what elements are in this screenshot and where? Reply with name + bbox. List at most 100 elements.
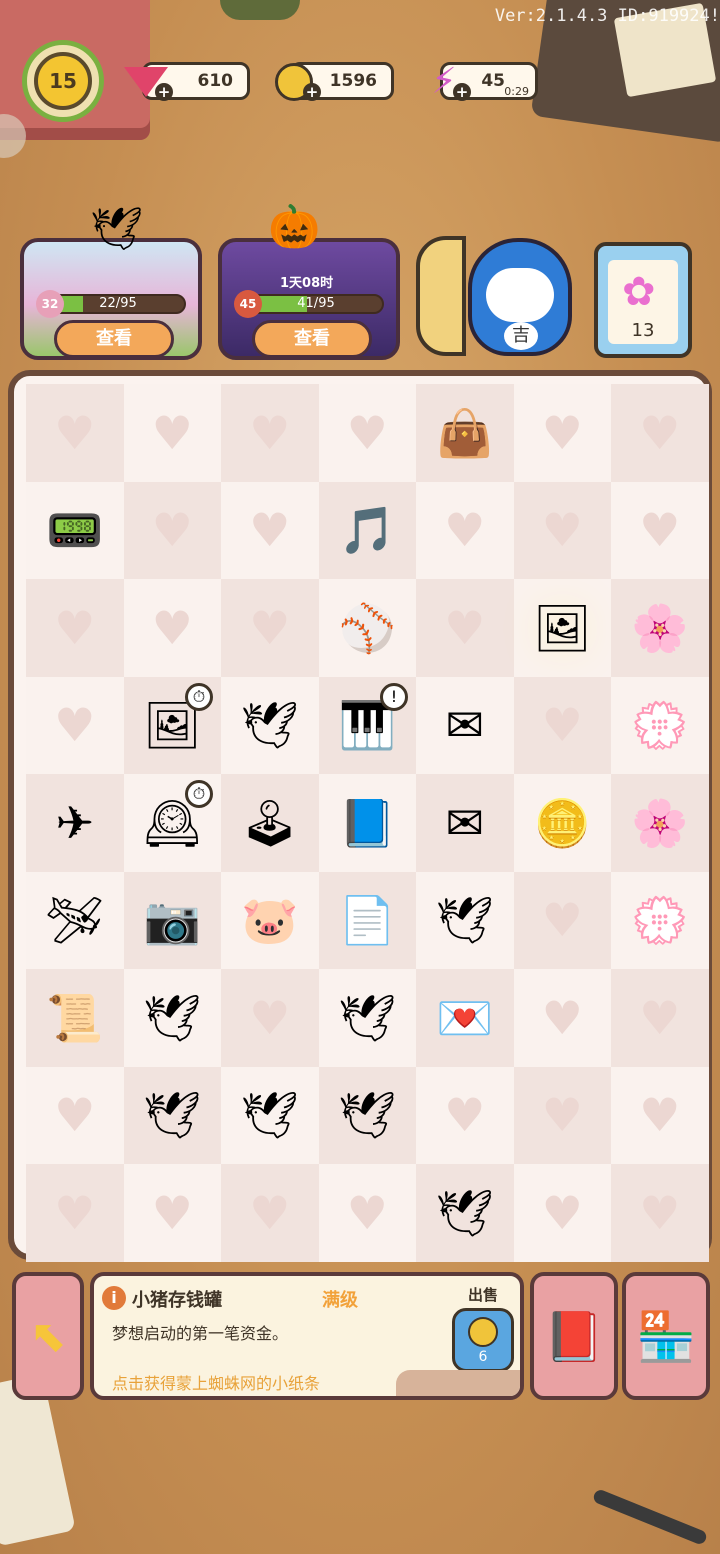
photos-icon[interactable]: 🖼 <box>533 605 591 651</box>
board-cell[interactable]: ♥ <box>123 1164 221 1262</box>
info-icon[interactable]: i <box>102 1286 126 1310</box>
sell-button[interactable]: 6 <box>452 1308 514 1372</box>
book-icon[interactable]: 📘 <box>339 800 396 846</box>
music-icon[interactable]: 🎵 <box>339 507 396 553</box>
crane-web-icon[interactable]: 🕊 <box>241 1092 299 1138</box>
halloween-event-card[interactable]: 🎃 1天08时 41/95 45 查看 <box>218 202 400 360</box>
add-energy-icon[interactable]: + <box>453 83 471 101</box>
board-cell[interactable]: ♥ <box>221 1164 319 1262</box>
sakura-event-card[interactable]: 🕊 22/95 32 查看 <box>20 204 202 360</box>
board-cell[interactable]: ♥ <box>513 1164 611 1262</box>
board-cell[interactable]: 🖼 <box>513 579 611 677</box>
board-cell[interactable]: 🛩 <box>26 871 124 969</box>
board-cell[interactable]: ⚾ <box>318 579 416 677</box>
board-cell[interactable]: 💮 <box>611 871 709 969</box>
board-cell[interactable]: ♥ <box>513 481 611 579</box>
board-cell[interactable]: ♥ <box>513 676 611 774</box>
crane-web-icon[interactable]: 🕊 <box>436 897 494 943</box>
gems-counter[interactable]: + 610 <box>124 62 250 101</box>
board-cell[interactable]: ♥ <box>513 1066 611 1164</box>
board-cell[interactable]: 🕊 <box>123 1066 221 1164</box>
crane-web-icon[interactable]: 🕊 <box>143 1092 201 1138</box>
back-button[interactable]: ⬉ <box>12 1272 84 1400</box>
coins-icon[interactable]: 🪙 <box>534 800 591 846</box>
piggy-icon[interactable]: 🐷 <box>241 897 298 943</box>
plane-web-icon[interactable]: ✈ <box>55 800 94 846</box>
board-cell[interactable]: ♥ <box>318 1164 416 1262</box>
flower-heart-icon[interactable]: 💮 <box>631 702 688 748</box>
board-cell[interactable]: 🕹 <box>221 774 319 872</box>
board-cell[interactable]: 📘 <box>318 774 416 872</box>
board-cell[interactable]: ♥ <box>611 1164 709 1262</box>
board-cell[interactable]: ♥ <box>611 481 709 579</box>
board-cell[interactable]: ♥ <box>611 969 709 1067</box>
board-cell[interactable]: ♥ <box>26 676 124 774</box>
album-button[interactable]: 📕 <box>530 1272 618 1400</box>
board-cell[interactable]: 💮 <box>611 676 709 774</box>
board-cell[interactable]: 🎵 <box>318 481 416 579</box>
board-cell[interactable]: ♥ <box>123 481 221 579</box>
board-cell[interactable]: 🕊 <box>416 1164 514 1262</box>
board-cell[interactable]: ♥ <box>513 871 611 969</box>
papers-icon[interactable]: 📜 <box>46 995 103 1041</box>
board-cell[interactable]: ♥ <box>221 481 319 579</box>
board-cell[interactable]: 🕊 <box>318 969 416 1067</box>
board-cell[interactable]: ♥ <box>318 384 416 482</box>
shop-button[interactable]: 🏪 <box>622 1272 710 1400</box>
daruma-button[interactable]: 吉 <box>468 238 572 356</box>
board-cell[interactable]: 🕊 <box>416 871 514 969</box>
board-cell[interactable]: ♥ <box>26 579 124 677</box>
envelope-web-icon[interactable]: ✉ <box>445 702 484 748</box>
board-cell[interactable]: ♥ <box>221 384 319 482</box>
bag-icon[interactable]: 👜 <box>436 410 493 456</box>
board-cell[interactable]: ♥ <box>26 1164 124 1262</box>
board-cell[interactable]: 🖼 ⏱ <box>123 676 221 774</box>
board-cell[interactable]: 🕊 <box>221 676 319 774</box>
board-cell[interactable]: ♥ <box>513 384 611 482</box>
board-cell[interactable]: 📟 <box>26 481 124 579</box>
sakura-view-button[interactable]: 查看 <box>54 320 174 358</box>
board-cell[interactable]: ✉ <box>416 774 514 872</box>
task-clipboard-button[interactable]: ✿ 13 <box>594 242 692 358</box>
board-cell[interactable]: ♥ <box>123 579 221 677</box>
board-cell[interactable]: 🪙 <box>513 774 611 872</box>
baseball-icon[interactable]: ⚾ <box>339 605 396 651</box>
board-cell[interactable]: 🕰 ⏱ <box>123 774 221 872</box>
board-cell[interactable]: ♥ <box>611 1066 709 1164</box>
halloween-view-button[interactable]: 查看 <box>252 320 372 358</box>
board-cell[interactable]: ✉ <box>416 676 514 774</box>
board-cell[interactable]: ♥ <box>611 384 709 482</box>
camera-icon[interactable]: 📷 <box>144 897 201 943</box>
board-cell[interactable]: 🌸 <box>611 774 709 872</box>
board-cell[interactable]: 👜 <box>416 384 514 482</box>
crane-web-icon[interactable]: 🕊 <box>338 1092 396 1138</box>
board-cell[interactable]: 🕊 <box>221 1066 319 1164</box>
board-cell[interactable]: 📜 <box>26 969 124 1067</box>
board-cell[interactable]: ♥ <box>123 384 221 482</box>
energy-counter[interactable]: ⚡ + 45 0:29 <box>431 62 538 101</box>
coins-counter[interactable]: + 1596 <box>275 62 394 101</box>
board-cell[interactable]: ♥ <box>513 969 611 1067</box>
board-cell[interactable]: ✈ <box>26 774 124 872</box>
board-cell[interactable]: 💌 <box>416 969 514 1067</box>
flower-glow-icon[interactable]: 💮 <box>631 897 688 943</box>
plane-icon[interactable]: 🛩 <box>46 897 104 943</box>
board-cell[interactable]: 🎹! <box>318 676 416 774</box>
flower-icon[interactable]: 🌸 <box>631 605 688 651</box>
board-cell[interactable]: 🌸 <box>611 579 709 677</box>
globe-icon[interactable] <box>416 236 466 356</box>
flower-icon[interactable]: 🌸 <box>631 800 688 846</box>
board-cell[interactable]: 🕊 <box>123 969 221 1067</box>
board-cell[interactable]: 🕊 <box>318 1066 416 1164</box>
board-cell[interactable]: 📷 <box>123 871 221 969</box>
envelope-web-icon[interactable]: ✉ <box>445 800 484 846</box>
board-cell[interactable]: ♥ <box>26 1066 124 1164</box>
board-cell[interactable]: 🐷 <box>221 871 319 969</box>
loveletter-icon[interactable]: 💌 <box>436 995 493 1041</box>
board-cell[interactable]: ♥ <box>26 384 124 482</box>
crane-web-icon[interactable]: 🕊 <box>436 1190 494 1236</box>
board-cell[interactable]: ♥ <box>416 481 514 579</box>
board-cell[interactable]: ♥ <box>221 579 319 677</box>
arcade-icon[interactable]: 🕹 <box>241 800 299 846</box>
board-cell[interactable]: ♥ <box>221 969 319 1067</box>
